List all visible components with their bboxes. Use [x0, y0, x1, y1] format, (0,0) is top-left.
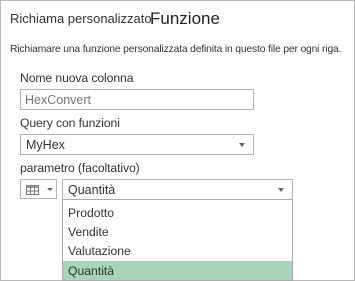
chevron-down-icon	[47, 188, 53, 191]
new-column-name-input[interactable]	[20, 89, 254, 110]
parameter-label: parametro (facoltativo)	[20, 161, 140, 175]
dropdown-option-quantita[interactable]: Quantità	[63, 261, 292, 280]
parameter-type-button[interactable]	[20, 179, 57, 199]
dropdown-option-valutazione[interactable]: Valutazione	[63, 241, 292, 260]
function-query-value: MyHex	[26, 138, 65, 152]
parameter-value: Quantità	[68, 183, 116, 197]
parameter-select[interactable]: Quantità	[62, 179, 293, 200]
dropdown-option-vendite[interactable]: Vendite	[63, 222, 292, 241]
dialog-caption: Richiama personalizzato	[10, 11, 152, 26]
function-query-label: Query con funzioni	[20, 116, 120, 130]
invoke-custom-function-dialog: Richiama personalizzato Funzione Richiam…	[0, 0, 355, 281]
parameter-dropdown-list: Prodotto Vendite Valutazione Quantità	[62, 199, 293, 281]
chevron-down-icon	[239, 143, 245, 147]
dialog-description: Richiamare una funzione personalizzata d…	[10, 44, 342, 55]
function-query-select[interactable]: MyHex	[20, 134, 254, 155]
dialog-title: Funzione	[150, 9, 220, 28]
table-icon	[26, 185, 39, 195]
new-column-name-label: Nome nuova colonna	[20, 71, 134, 85]
dropdown-option-prodotto[interactable]: Prodotto	[63, 203, 292, 222]
chevron-down-icon	[278, 188, 284, 192]
